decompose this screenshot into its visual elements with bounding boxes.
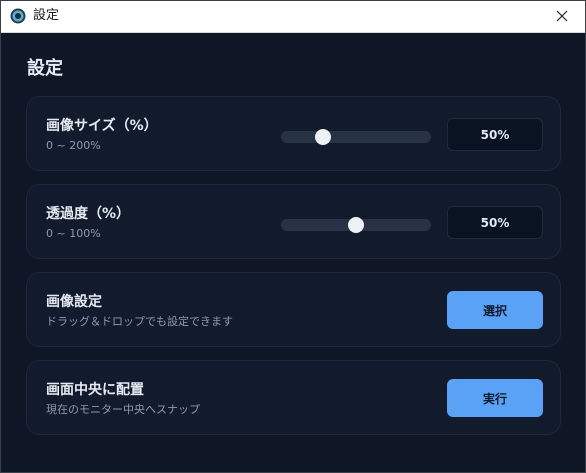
close-icon (556, 7, 568, 26)
image-setting-description: ドラッグ＆ドロップでも設定できます (46, 315, 233, 328)
opacity-slider[interactable] (281, 217, 431, 233)
image-size-label: 画像サイズ（%） (46, 118, 158, 134)
center-placement-card: 画面中央に配置 現在のモニター中央へスナップ 実行 (26, 360, 561, 435)
settings-window: 設定 設定 画像サイズ（%） 0 ~ 200% 50% 透過度（%） 0 ~ 1… (0, 0, 586, 473)
opacity-label: 透過度（%） (46, 206, 131, 222)
title-bar[interactable]: 設定 (1, 1, 585, 33)
image-setting-card: 画像設定 ドラッグ＆ドロップでも設定できます 選択 (26, 272, 561, 347)
app-logo-icon (10, 8, 26, 24)
image-size-slider-thumb[interactable] (314, 129, 331, 145)
opacity-value-field[interactable]: 50% (447, 206, 543, 239)
opacity-card: 透過度（%） 0 ~ 100% 50% (26, 184, 561, 259)
image-size-card: 画像サイズ（%） 0 ~ 200% 50% (26, 96, 561, 171)
opacity-range: 0 ~ 100% (46, 227, 101, 240)
center-placement-label: 画面中央に配置 (46, 382, 144, 398)
page-title: 設定 (27, 58, 63, 79)
image-size-range: 0 ~ 200% (46, 139, 101, 152)
image-size-slider[interactable] (281, 129, 431, 145)
opacity-slider-thumb[interactable] (348, 217, 364, 233)
center-placement-description: 現在のモニター中央へスナップ (46, 403, 200, 416)
select-image-button[interactable]: 選択 (447, 291, 543, 329)
image-setting-label: 画像設定 (46, 294, 102, 310)
close-button[interactable] (539, 1, 585, 32)
execute-center-button[interactable]: 実行 (447, 379, 543, 417)
image-size-value-field[interactable]: 50% (447, 118, 543, 151)
window-title: 設定 (33, 8, 60, 23)
